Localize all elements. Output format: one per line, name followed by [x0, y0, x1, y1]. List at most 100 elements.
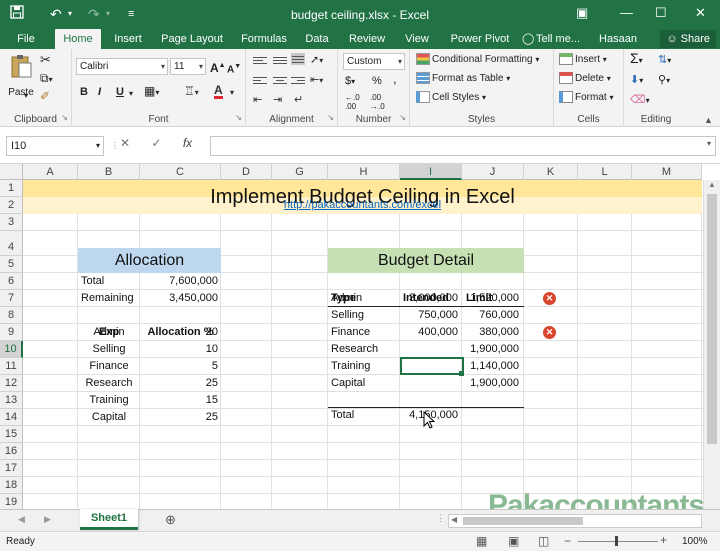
sheet-url-link[interactable]: http://pakaccountants.com/excel: [23, 197, 702, 214]
font-color-icon[interactable]: A: [214, 84, 223, 99]
borders-icon[interactable]: ▦▾: [144, 84, 159, 100]
tell-me-box[interactable]: Tell me...: [536, 29, 584, 49]
paste-button[interactable]: Paste: [8, 53, 34, 100]
cancel-icon[interactable]: ✕: [120, 136, 130, 150]
tab-formulas[interactable]: Formulas: [236, 29, 292, 49]
column-header-c[interactable]: C: [140, 164, 221, 180]
sort-filter-icon[interactable]: ⇅▾: [658, 53, 671, 68]
allocation-pct-cell[interactable]: 20: [140, 324, 218, 341]
dialog-launcher-icon[interactable]: ↘: [61, 111, 68, 125]
allocation-exp-cell[interactable]: Admin: [78, 324, 140, 341]
row-header-16[interactable]: 16: [0, 443, 23, 460]
budget-type-cell[interactable]: Training: [331, 358, 370, 375]
allocation-exp-cell[interactable]: Training: [78, 392, 140, 409]
horizontal-scroll-thumb[interactable]: [463, 517, 583, 525]
name-box[interactable]: I10 ▾: [6, 136, 104, 156]
row-header-6[interactable]: 6: [0, 273, 23, 290]
wrap-text-icon[interactable]: ↵: [294, 93, 303, 107]
budget-type-cell[interactable]: Admin: [331, 290, 362, 307]
prev-sheet-icon[interactable]: ◀: [18, 514, 25, 525]
column-header-h[interactable]: H: [328, 164, 400, 180]
budget-limit-cell[interactable]: 380,000: [462, 324, 519, 341]
row-header-3[interactable]: 3: [0, 214, 23, 231]
zoom-slider-thumb[interactable]: [615, 536, 618, 546]
expand-formula-icon[interactable]: ▾: [707, 139, 711, 148]
allocation-exp-cell[interactable]: Research: [78, 375, 140, 392]
dialog-launcher-icon[interactable]: ↘: [235, 111, 242, 125]
share-button[interactable]: ☺ Share: [660, 30, 716, 48]
font-size-select[interactable]: 11 ▾: [170, 58, 206, 75]
row-header-11[interactable]: 11: [0, 358, 23, 375]
grow-font-button[interactable]: A▲: [210, 59, 226, 75]
shrink-font-button[interactable]: A▼: [227, 60, 241, 77]
paste-dropdown-icon[interactable]: ▾: [24, 89, 28, 103]
budget-type-cell[interactable]: Selling: [331, 307, 364, 324]
add-sheet-icon[interactable]: ⊕: [165, 512, 176, 528]
budget-intended-cell[interactable]: [400, 375, 458, 392]
total-value[interactable]: 7,600,000: [140, 273, 218, 290]
vertical-scrollbar[interactable]: ▲: [703, 180, 720, 509]
vertical-scroll-thumb[interactable]: [707, 194, 717, 444]
zoom-slider[interactable]: [578, 541, 658, 542]
percent-button[interactable]: %: [372, 74, 382, 88]
insert-function-button[interactable]: fx: [183, 136, 192, 150]
scroll-left-icon[interactable]: ◀: [451, 515, 457, 524]
allocation-pct-cell[interactable]: 15: [140, 392, 218, 409]
allocation-pct-cell[interactable]: 10: [140, 341, 218, 358]
budget-type-cell[interactable]: Research: [331, 341, 378, 358]
row-header-1[interactable]: 1: [0, 180, 23, 197]
comma-button[interactable]: ,: [393, 72, 397, 86]
budget-type-cell[interactable]: Finance: [331, 324, 370, 341]
tab-review[interactable]: Review: [344, 29, 390, 49]
font-name-select[interactable]: Calibri ▾: [76, 58, 168, 75]
tab-home[interactable]: Home: [55, 29, 101, 49]
autosum-icon[interactable]: Σ▾: [630, 51, 643, 68]
underline-button[interactable]: U: [116, 85, 124, 99]
font-color-dropdown-icon[interactable]: ▾: [230, 86, 234, 100]
minimize-icon[interactable]: —: [620, 4, 633, 22]
budget-intended-cell[interactable]: 750,000: [400, 307, 458, 324]
fill-color-icon[interactable]: ♖▾: [184, 84, 199, 100]
select-all-corner[interactable]: [0, 164, 23, 180]
row-header-9[interactable]: 9: [0, 324, 23, 341]
tab-view[interactable]: View: [398, 29, 436, 49]
budget-limit-cell[interactable]: 760,000: [462, 307, 519, 324]
budget-total-label[interactable]: Total: [331, 407, 354, 424]
allocation-pct-cell[interactable]: 5: [140, 358, 218, 375]
row-header-18[interactable]: 18: [0, 477, 23, 494]
row-header-17[interactable]: 17: [0, 460, 23, 477]
sheet-tab-sheet1[interactable]: Sheet1: [80, 509, 138, 530]
increase-indent-icon[interactable]: ⇥: [273, 93, 282, 107]
page-layout-view-icon[interactable]: ▣: [508, 534, 519, 548]
tab-page-layout[interactable]: Page Layout: [158, 29, 226, 49]
cut-icon[interactable]: ✂: [40, 53, 51, 67]
budget-intended-cell[interactable]: [400, 341, 458, 358]
merge-center-icon[interactable]: ⇤▾: [310, 73, 323, 88]
enter-icon[interactable]: ✓: [151, 136, 161, 150]
orientation-icon[interactable]: ➚▾: [310, 53, 323, 68]
next-sheet-icon[interactable]: ▶: [44, 514, 51, 525]
column-header-m[interactable]: M: [632, 164, 702, 180]
fill-handle[interactable]: [459, 371, 464, 376]
delete-cells-button[interactable]: Delete ▾: [559, 72, 611, 86]
column-header-l[interactable]: L: [578, 164, 632, 180]
row-header-14[interactable]: 14: [0, 409, 23, 426]
remaining-label[interactable]: Remaining: [81, 290, 134, 307]
maximize-icon[interactable]: ☐: [655, 4, 667, 22]
column-header-a[interactable]: A: [23, 164, 78, 180]
budget-limit-cell[interactable]: 1,520,000: [462, 290, 519, 307]
align-bottom-icon[interactable]: [291, 53, 305, 65]
dialog-launcher-icon[interactable]: ↘: [327, 111, 334, 125]
tab-file[interactable]: File: [8, 29, 44, 49]
close-icon[interactable]: ✕: [695, 4, 706, 22]
worksheet-grid[interactable]: ABCDGHIJKLM 1 2 3 4 5 6 7 8 9 10 11 12 13 14 15 16 17 18 1…: [0, 164, 720, 509]
row-header-19[interactable]: 19: [0, 494, 23, 509]
total-label[interactable]: Total: [81, 273, 104, 290]
format-as-table-button[interactable]: Format as Table ▾: [416, 72, 510, 86]
budget-limit-cell[interactable]: 1,900,000: [462, 375, 519, 392]
account-name[interactable]: Hasaan Fa...: [588, 29, 648, 65]
insert-cells-button[interactable]: Insert ▾: [559, 53, 607, 67]
row-header-4[interactable]: 4: [0, 231, 23, 256]
allocation-exp-cell[interactable]: Selling: [78, 341, 140, 358]
row-header-12[interactable]: 12: [0, 375, 23, 392]
